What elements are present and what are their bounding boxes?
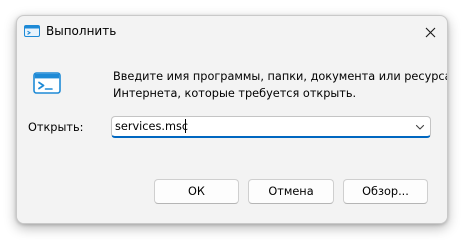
description: Введите имя программы, папки, документа … — [113, 68, 448, 102]
open-combobox[interactable] — [111, 116, 431, 138]
description-line: Интернета, которые требуется открыть. — [113, 87, 357, 100]
close-button[interactable] — [419, 21, 441, 43]
window-title: Выполнить — [46, 24, 117, 38]
open-label: Открыть: — [28, 121, 84, 134]
desktop-background: Выполнить Введите имя программы, папки, … — [0, 0, 463, 240]
run-icon — [24, 25, 40, 37]
browse-button[interactable]: Обзор... — [343, 179, 428, 204]
ok-button[interactable]: ОК — [154, 179, 239, 204]
cancel-button[interactable]: Отмена — [248, 179, 334, 204]
description-line: Введите имя программы, папки, документа … — [113, 70, 448, 83]
title-bar[interactable]: Выполнить — [17, 16, 447, 46]
close-icon — [425, 27, 435, 37]
run-icon — [33, 72, 61, 94]
open-input[interactable] — [115, 118, 405, 135]
button-bar: ОК Отмена Обзор... — [17, 163, 447, 223]
run-dialog: Выполнить Введите имя программы, папки, … — [16, 15, 448, 224]
chevron-down-icon[interactable] — [414, 121, 426, 133]
text-caret — [185, 119, 186, 133]
